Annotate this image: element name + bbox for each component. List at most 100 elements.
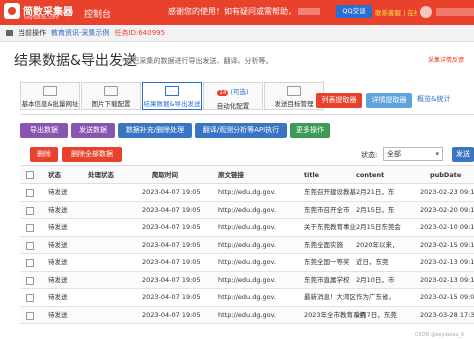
tab-label: 发送目标管理 <box>274 100 314 108</box>
status-cell: 待发送 <box>48 310 68 319</box>
column-header[interactable]: content <box>356 166 384 185</box>
delete-all-button[interactable]: 删除全部数据 <box>62 147 122 162</box>
table-row[interactable]: 待发送 2023-04-07 19:05 http://edu.dg.gov. 关于东… <box>20 219 474 237</box>
column-header[interactable]: pubDate <box>430 166 461 185</box>
contact-link[interactable]: 联系客服 | 在线 <box>375 7 417 17</box>
url-cell[interactable]: http://edu.dg.gov. <box>218 202 276 220</box>
export-data-button[interactable]: 导出数据 <box>20 123 68 138</box>
row-checkbox[interactable] <box>26 259 34 267</box>
feedback-link[interactable]: 采集详情反馈 <box>428 55 464 64</box>
watermark: CSDN @keydatas_9 <box>414 332 464 338</box>
user-menu[interactable] <box>436 8 474 16</box>
select-all-checkbox[interactable] <box>26 171 34 179</box>
send-data-button[interactable]: 发送数据 <box>71 123 115 138</box>
breadcrumb-section[interactable]: 教育资讯-采集示例 <box>51 29 110 37</box>
tab-result-data[interactable]: 结果数据&导出发送 <box>142 82 202 110</box>
status-cell: 待发送 <box>48 188 68 196</box>
content-cell: 2月15日东莞会 <box>356 223 401 231</box>
more-actions-button[interactable]: 更多操作 <box>290 123 330 138</box>
column-header[interactable]: title <box>304 166 319 185</box>
tab-image-download[interactable]: 图片下载配置 <box>81 82 141 110</box>
column-header[interactable]: 处理状态 <box>88 166 114 185</box>
tab-label: 自动化配置 <box>216 102 250 110</box>
pub-date-cell: 2023-02-20 09:15:06 <box>420 205 474 214</box>
url-cell[interactable]: http://edu.dg.gov. <box>218 184 276 202</box>
content-cell: 2月10日，市 <box>356 275 395 284</box>
row-checkbox[interactable] <box>26 189 34 197</box>
crawl-time-cell: 2023-04-07 19:05 <box>142 188 201 196</box>
content-cell: 2月21日，东 <box>356 188 395 196</box>
logo-icon[interactable] <box>4 3 20 19</box>
user-avatar[interactable] <box>420 6 432 18</box>
status-filter-label: 状态: <box>361 151 378 159</box>
row-checkbox[interactable] <box>26 206 34 215</box>
url-cell[interactable]: http://edu.dg.gov. <box>218 219 276 237</box>
step-tabs: 基本信息&批量网址 图片下载配置 结果数据&导出发送 14 (可选) 自动化配置… <box>20 82 324 110</box>
tab-automation[interactable]: 14 (可选) 自动化配置 <box>203 82 263 110</box>
table-row[interactable]: 待发送 2023-04-07 19:05 http://edu.dg.gov. 东莞市… <box>20 271 474 290</box>
pub-date-cell: 2023-02-10 09:15:02 <box>420 223 474 231</box>
supplement-data-button[interactable]: 数据补充/删除处理 <box>118 123 192 138</box>
table-row[interactable]: 待发送 2023-04-07 19:05 http://edu.dg.gov. 东莞召… <box>20 184 474 202</box>
page-title: 结果数据&导出发送 <box>14 53 137 69</box>
tab-label: 图片下载配置 <box>91 100 131 108</box>
crawl-time-cell: 2023-04-07 19:05 <box>142 223 201 231</box>
page-description: *对已采集的数据进行导出发送、翻译、分析等。 <box>122 57 273 65</box>
column-header[interactable]: 爬取时间 <box>152 166 178 185</box>
brand-domain: keydatas.com <box>24 15 59 21</box>
pub-date-cell: 2023-02-23 09:14:45 <box>420 188 474 196</box>
data-icon <box>165 86 179 96</box>
tab-divider <box>20 114 474 115</box>
list-extractor-button[interactable]: 列表提取器 <box>316 93 362 108</box>
crawl-time-cell: 2023-04-07 19:05 <box>142 293 201 301</box>
table-row[interactable]: 待发送 2023-04-07 19:05 http://edu.dg.gov. 东莞全… <box>20 254 474 272</box>
detail-extractor-button[interactable]: 详情提取器 <box>366 93 412 108</box>
tab-label: 结果数据&导出发送 <box>143 100 201 108</box>
table-row[interactable]: 待发送 2023-04-07 19:05 http://edu.dg.gov. 最新消… <box>20 289 474 307</box>
content-cell: 近日，东莞 <box>356 258 389 266</box>
row-checkbox[interactable] <box>26 311 34 320</box>
title-cell: 最新消息！大湾区 <box>304 293 356 301</box>
info-icon <box>43 86 57 96</box>
table-row[interactable]: 待发送 2023-04-07 19:05 http://edu.dg.gov. 东莞市… <box>20 201 474 220</box>
row-checkbox[interactable] <box>26 294 34 302</box>
translate-api-button[interactable]: 翻译/观测分析等API执行 <box>195 123 287 138</box>
table-row[interactable]: 待发送 2023-04-07 19:05 http://edu.dg.gov. 202… <box>20 306 474 325</box>
status-cell: 待发送 <box>48 293 68 301</box>
table-row[interactable]: 待发送 2023-04-07 19:05 http://edu.dg.gov. 东莞全… <box>20 236 474 255</box>
title-cell: 东莞市直属学校 <box>304 275 350 284</box>
column-header[interactable]: 原文链接 <box>218 166 244 185</box>
optional-tag: (可选) <box>230 88 249 96</box>
column-header[interactable]: 状态 <box>48 166 61 185</box>
send-icon <box>287 86 301 96</box>
status-filter-select[interactable]: 全部 <box>383 147 443 161</box>
content-cell: 2月15日，东 <box>356 205 395 214</box>
row-checkbox[interactable] <box>26 241 34 250</box>
row-checkbox[interactable] <box>26 276 34 285</box>
content-cell: 2020年以来， <box>356 240 399 249</box>
pub-date-cell: 2023-03-28 17:36:02 <box>420 310 474 319</box>
overview-link[interactable]: 概览&统计 <box>417 94 450 104</box>
help-notice: 感谢您的使用！如有疑问或需帮助， <box>168 6 320 17</box>
url-cell[interactable]: http://edu.dg.gov. <box>218 254 276 272</box>
row-checkbox[interactable] <box>26 224 34 232</box>
tab-send-target[interactable]: 发送目标管理 <box>264 82 324 110</box>
url-cell[interactable]: http://edu.dg.gov. <box>218 272 276 290</box>
tab-basic-info[interactable]: 基本信息&批量网址 <box>20 82 80 110</box>
title-cell: 东莞全国一等奖 <box>304 258 350 266</box>
home-icon <box>6 30 13 36</box>
breadcrumb: 当前操作 教育资讯-采集示例 任务ID:640995 <box>0 25 474 42</box>
url-cell[interactable]: http://edu.dg.gov. <box>218 237 276 255</box>
redacted-text <box>298 8 320 15</box>
qq-chat-button[interactable]: QQ交谈 <box>336 5 372 18</box>
breadcrumb-home: 当前操作 <box>18 29 46 37</box>
url-cell[interactable]: http://edu.dg.gov. <box>218 289 276 307</box>
delete-button[interactable]: 删除 <box>30 147 58 162</box>
pub-date-cell: 2023-02-15 09:02:13 <box>420 293 474 301</box>
console-link[interactable]: 控制台 <box>84 7 111 20</box>
url-cell[interactable]: http://edu.dg.gov. <box>218 307 276 325</box>
pub-date-cell: 2023-02-13 09:11:54 <box>420 258 474 266</box>
send-button[interactable]: 发送 <box>452 147 474 162</box>
content-cell: 2月7日，东莞 <box>356 310 397 319</box>
crawl-time-cell: 2023-04-07 19:05 <box>142 258 201 266</box>
